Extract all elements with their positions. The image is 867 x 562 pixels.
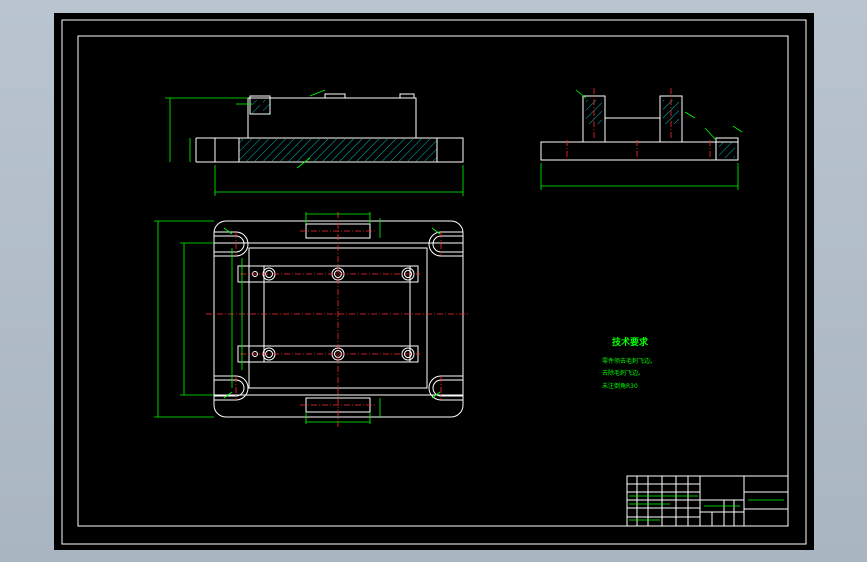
outer-border — [61, 19, 807, 545]
tech-req-line-1: 零件须去毛刺飞边。 — [602, 357, 656, 365]
tech-req-title: 技术要求 — [612, 336, 649, 348]
drawing-canvas: 技术要求 零件须去毛刺飞边。 去除毛刺飞边。 未注倒角R30 — [61, 19, 807, 545]
tech-req-line-3: 未注倒角R30 — [602, 382, 638, 390]
tech-req-line-2: 去除毛刺飞边。 — [602, 369, 644, 377]
cad-viewport: 技术要求 零件须去毛刺飞边。 去除毛刺飞边。 未注倒角R30 — [0, 0, 867, 562]
title-block — [626, 475, 789, 527]
u-slots — [214, 231, 463, 401]
technical-requirements: 技术要求 零件须去毛刺飞边。 去除毛刺飞边。 未注倒角R30 — [602, 336, 656, 390]
front-view — [165, 89, 464, 196]
side-view — [540, 88, 743, 190]
top-view — [154, 212, 470, 428]
drawing-sheet[interactable]: 技术要求 零件须去毛刺飞边。 去除毛刺飞边。 未注倒角R30 — [54, 13, 814, 550]
